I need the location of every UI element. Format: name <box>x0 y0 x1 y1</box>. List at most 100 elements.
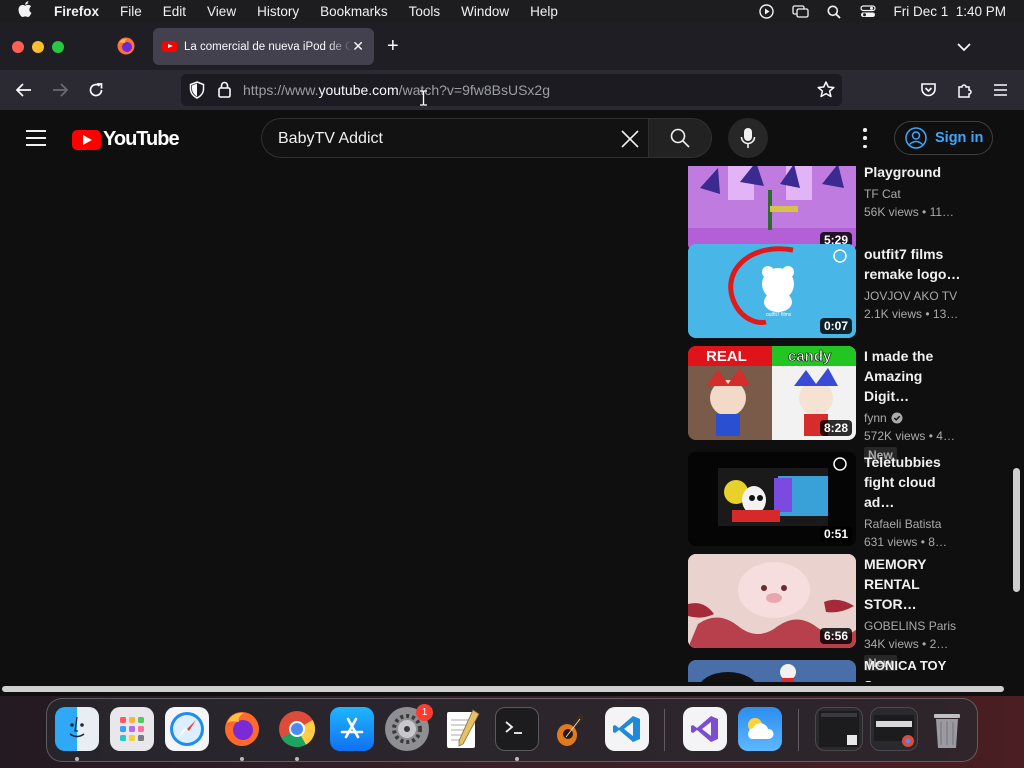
video-title[interactable]: MEMORY RENTAL STOR… <box>864 554 968 614</box>
recommended-video[interactable]: 6:56 MEMORY RENTAL STOR… GOBELINS Paris … <box>688 554 988 671</box>
minimize-window-button[interactable] <box>32 41 44 53</box>
forward-button[interactable] <box>50 80 70 100</box>
running-indicator <box>295 757 299 761</box>
text-cursor-icon <box>419 90 428 109</box>
chrome-icon[interactable] <box>275 707 319 751</box>
video-duration: 6:56 <box>819 628 852 644</box>
firefox-icon[interactable] <box>220 707 264 751</box>
back-button[interactable] <box>14 80 34 100</box>
vscode-icon[interactable] <box>605 707 649 751</box>
menu-help[interactable]: Help <box>530 4 558 19</box>
recommended-video[interactable]: 5:29 Playground TF Cat 56K views • 11… <box>688 166 988 254</box>
video-thumbnail[interactable]: 5:29 <box>688 166 856 252</box>
video-duration: 0:07 <box>819 318 852 334</box>
tracking-protection-shield-icon[interactable] <box>189 81 205 104</box>
video-thumbnail[interactable]: 0:51 <box>688 452 856 546</box>
zoom-window-button[interactable] <box>52 41 64 53</box>
screen-mirroring-icon[interactable] <box>791 5 809 19</box>
tab-title: La comercial de nueva iPod de Chrome <box>184 40 352 53</box>
video-thumbnail[interactable] <box>688 660 856 682</box>
lock-icon[interactable] <box>218 81 231 103</box>
search-input[interactable]: BabyTV Addict <box>261 118 648 158</box>
now-playing-icon[interactable] <box>757 4 775 19</box>
settings-more-icon[interactable] <box>855 128 875 148</box>
visual-studio-icon[interactable] <box>683 707 727 751</box>
reload-button[interactable] <box>86 80 106 100</box>
running-indicator <box>240 757 244 761</box>
app-menu-hamburger-icon[interactable] <box>990 80 1010 100</box>
video-thumbnail[interactable]: REAL candy 8:28 <box>688 346 856 440</box>
weather-icon[interactable] <box>738 707 782 751</box>
menu-file[interactable]: File <box>120 4 142 19</box>
list-tabs-chevron-icon[interactable] <box>957 39 971 57</box>
menu-app-name[interactable]: Firefox <box>54 4 99 19</box>
terminal-icon[interactable] <box>495 707 539 751</box>
address-bar[interactable]: https://www.youtube.com/watch?v=9fw8BsUS… <box>181 74 842 106</box>
thumbnail-text-left: REAL <box>706 348 747 365</box>
voice-search-button[interactable] <box>728 118 768 158</box>
video-title[interactable]: MONICA TOY S… <box>864 656 968 682</box>
search-button[interactable] <box>648 118 712 158</box>
menu-view[interactable]: View <box>207 4 236 19</box>
new-tab-button[interactable]: + <box>387 36 399 56</box>
vertical-scrollbar[interactable] <box>1008 166 1024 682</box>
textedit-icon[interactable] <box>440 707 484 751</box>
guide-menu-icon[interactable] <box>26 130 46 151</box>
menu-window[interactable]: Window <box>461 4 509 19</box>
dot-separator: • <box>920 535 925 549</box>
dot-separator: • <box>922 205 927 219</box>
launchpad-icon[interactable] <box>110 707 154 751</box>
firefox-view-icon[interactable] <box>116 36 136 56</box>
vertical-scrollbar-thumb[interactable] <box>1013 468 1020 592</box>
view-count: 56K views <box>864 205 919 219</box>
video-title[interactable]: Playground <box>864 166 968 182</box>
clear-search-icon[interactable] <box>618 127 642 151</box>
horizontal-scrollbar[interactable] <box>0 682 1024 696</box>
bookmark-star-icon[interactable] <box>817 81 835 103</box>
youtube-logo[interactable]: YouTube <box>72 128 180 151</box>
pocket-icon[interactable] <box>918 80 938 100</box>
minimized-chrome-window-thumbnail[interactable] <box>870 707 918 751</box>
recommended-video[interactable]: REAL candy 8:28 I made the Amazing Digit… <box>688 346 988 463</box>
spotlight-search-icon[interactable] <box>825 5 843 19</box>
url-text[interactable]: https://www.youtube.com/watch?v=9fw8BsUS… <box>243 82 550 98</box>
video-thumbnail[interactable]: outfit7 films 0:07 <box>688 244 856 338</box>
sign-in-button[interactable]: Sign in <box>894 121 993 155</box>
channel-name[interactable]: TF Cat <box>864 187 901 201</box>
menu-bookmarks[interactable]: Bookmarks <box>320 4 388 19</box>
menu-clock[interactable]: Fri Dec 1 1:40 PM <box>893 4 1006 19</box>
garageband-icon[interactable] <box>550 707 594 751</box>
close-window-button[interactable] <box>12 41 24 53</box>
minimized-window-thumbnail[interactable] <box>815 707 863 751</box>
menu-edit[interactable]: Edit <box>163 4 186 19</box>
channel-name[interactable]: fynn <box>864 411 887 425</box>
close-tab-icon[interactable]: ✕ <box>352 38 364 55</box>
horizontal-scrollbar-thumb[interactable] <box>2 686 1004 692</box>
app-store-icon[interactable] <box>330 707 374 751</box>
dock-separator <box>664 709 665 751</box>
tab-youtube[interactable]: La comercial de nueva iPod de Chrome ✕ <box>153 28 374 65</box>
safari-icon[interactable] <box>165 707 209 751</box>
extensions-puzzle-icon[interactable] <box>954 80 974 100</box>
thumbnail-caption: outfit7 films <box>766 312 792 318</box>
video-thumbnail[interactable]: 6:56 <box>688 554 856 648</box>
trash-icon[interactable] <box>925 707 969 751</box>
recommended-video[interactable]: MONICA TOY S… <box>688 658 988 682</box>
control-center-icon[interactable] <box>859 5 877 19</box>
video-title[interactable]: I made the Amazing Digit… <box>864 346 968 406</box>
channel-name[interactable]: Rafaeli Batista <box>864 517 941 531</box>
apple-icon[interactable] <box>18 1 38 22</box>
youtube-play-logo-icon <box>72 129 101 150</box>
recommended-video[interactable]: outfit7 films 0:07 outfit7 films remake … <box>688 244 988 340</box>
finder-icon[interactable] <box>55 707 99 751</box>
channel-name[interactable]: GOBELINS Paris <box>864 619 956 633</box>
recommended-video[interactable]: 0:51 Teletubbies fight cloud ad… Rafaeli… <box>688 452 988 549</box>
verified-badge-icon <box>891 412 903 424</box>
video-duration: 0:51 <box>819 526 852 542</box>
channel-name[interactable]: JOVJOV AKO TV <box>864 289 957 303</box>
menu-tools[interactable]: Tools <box>409 4 441 19</box>
menu-history[interactable]: History <box>257 4 299 19</box>
video-title[interactable]: Teletubbies fight cloud ad… <box>864 452 968 512</box>
account-circle-icon <box>905 127 927 149</box>
video-title[interactable]: outfit7 films remake logo… <box>864 244 968 284</box>
